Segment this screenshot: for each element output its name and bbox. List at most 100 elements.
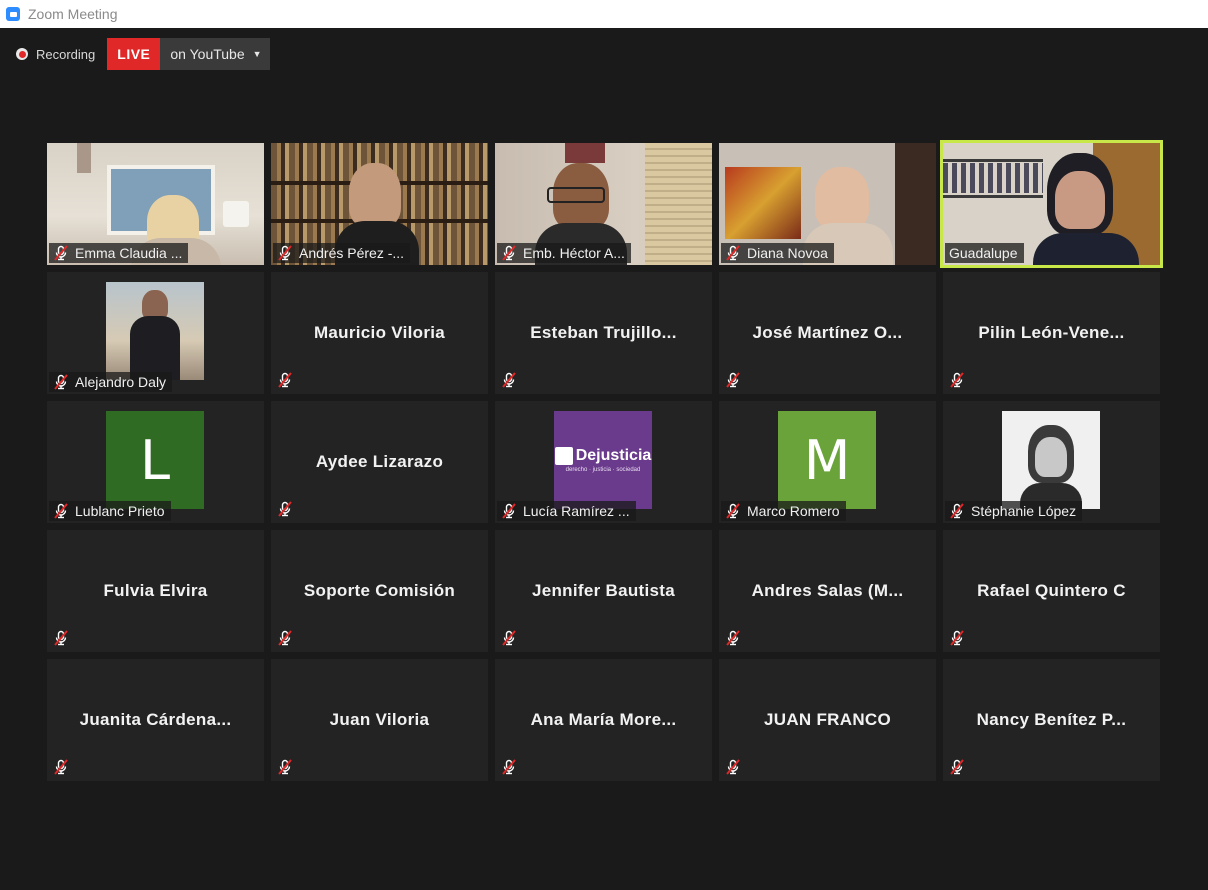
participant-name: Fulvia Elvira (103, 581, 208, 600)
mic-muted-icon (277, 759, 293, 775)
mic-muted-icon (949, 630, 965, 646)
zoom-app-icon (6, 7, 20, 21)
participant-name-tag: Emma Claudia ... (49, 243, 189, 263)
participant-name: Emb. Héctor A... (523, 245, 625, 261)
participant-name-tag: Guadalupe (945, 243, 1024, 263)
participant-tile[interactable]: Nancy Benítez P... (943, 659, 1160, 781)
participant-tile[interactable]: Ana María More... (495, 659, 712, 781)
participant-name-tag: Emb. Héctor A... (497, 243, 631, 263)
live-badge: LIVE (107, 38, 161, 70)
participant-name-tag: Stéphanie López (945, 501, 1083, 521)
participant-name: Mauricio Viloria (313, 323, 446, 342)
participant-name: Soporte Comisión (303, 581, 456, 600)
mic-muted-icon (277, 245, 293, 261)
mic-muted-icon (53, 759, 69, 775)
participant-tile[interactable]: Alejandro Daly (47, 272, 264, 394)
participant-name: Juanita Cárdena... (79, 710, 232, 729)
participant-name: Lucía Ramírez ... (523, 503, 630, 519)
participant-tile[interactable]: Fulvia Elvira (47, 530, 264, 652)
participant-name: Andres Salas (M... (751, 581, 904, 600)
participant-name: Emma Claudia ... (75, 245, 183, 261)
participant-tile[interactable]: Aydee Lizarazo (271, 401, 488, 523)
participant-tile[interactable]: Soporte Comisión (271, 530, 488, 652)
mic-muted-icon (277, 630, 293, 646)
participant-name: Alejandro Daly (75, 374, 167, 390)
participant-tile[interactable]: JUAN FRANCO (719, 659, 936, 781)
avatar-letter: M (778, 411, 876, 509)
mic-muted-icon (949, 759, 965, 775)
profile-photo (1002, 411, 1100, 509)
participant-name: Lublanc Prieto (75, 503, 165, 519)
participant-tile[interactable]: Juanita Cárdena... (47, 659, 264, 781)
participant-name: Rafael Quintero C (977, 581, 1126, 600)
window-titlebar: Zoom Meeting (0, 0, 1208, 28)
mic-muted-icon (725, 503, 741, 519)
mic-muted-icon (501, 630, 517, 646)
participant-tile[interactable]: Jennifer Bautista (495, 530, 712, 652)
recording-status-bar: Recording LIVE on YouTube ▼ (16, 38, 270, 70)
mic-muted-icon (949, 372, 965, 388)
participant-tile[interactable]: Esteban Trujillo... (495, 272, 712, 394)
participant-name: Stéphanie López (971, 503, 1077, 519)
recording-label: Recording (36, 46, 96, 62)
participant-name: Marco Romero (747, 503, 840, 519)
participant-name-tag: Diana Novoa (721, 243, 834, 263)
participant-tile[interactable]: M Marco Romero (719, 401, 936, 523)
participant-name: Aydee Lizarazo (315, 452, 444, 471)
participant-name: Pilin León-Vene... (978, 323, 1125, 342)
mic-muted-icon (53, 245, 69, 261)
avatar-letter: L (106, 411, 204, 509)
participant-name: Esteban Trujillo... (530, 323, 677, 342)
mic-muted-icon (725, 372, 741, 388)
participant-name: José Martínez O... (752, 323, 903, 342)
participant-tile[interactable]: Stéphanie López (943, 401, 1160, 523)
participant-tile[interactable]: Andrés Pérez -... (271, 143, 488, 265)
participant-name: Nancy Benítez P... (976, 710, 1127, 729)
stream-target-label: on YouTube (170, 46, 245, 62)
gallery-view-grid: Emma Claudia ... Andrés Pérez -... Emb. … (47, 140, 1163, 781)
participant-tile[interactable]: Guadalupe (940, 140, 1163, 268)
participant-tile[interactable]: José Martínez O... (719, 272, 936, 394)
mic-muted-icon (53, 503, 69, 519)
participant-tile[interactable]: Dejusticia derecho · justicia · sociedad… (495, 401, 712, 523)
mic-muted-icon (501, 759, 517, 775)
participant-tile[interactable]: Pilin León-Vene... (943, 272, 1160, 394)
window-title: Zoom Meeting (28, 6, 118, 22)
mic-muted-icon (725, 759, 741, 775)
mic-muted-icon (501, 503, 517, 519)
mic-muted-icon (501, 372, 517, 388)
mic-muted-icon (53, 630, 69, 646)
participant-tile[interactable]: Rafael Quintero C (943, 530, 1160, 652)
participant-name: Diana Novoa (747, 245, 828, 261)
participant-name: Jennifer Bautista (531, 581, 676, 600)
mic-muted-icon (501, 245, 517, 261)
profile-photo (106, 282, 204, 380)
participant-name-tag: Alejandro Daly (49, 372, 173, 392)
participant-name: Guadalupe (949, 245, 1018, 261)
mic-muted-icon (725, 630, 741, 646)
recording-icon (16, 48, 28, 60)
chevron-down-icon: ▼ (252, 49, 262, 59)
participant-name-tag: Marco Romero (721, 501, 846, 521)
participant-tile[interactable]: Andres Salas (M... (719, 530, 936, 652)
participant-name-tag: Lublanc Prieto (49, 501, 171, 521)
participant-tile[interactable]: Diana Novoa (719, 143, 936, 265)
mic-muted-icon (725, 245, 741, 261)
mic-muted-icon (277, 372, 293, 388)
participant-tile[interactable]: L Lublanc Prieto (47, 401, 264, 523)
participant-name-tag: Lucía Ramírez ... (497, 501, 636, 521)
participant-name-tag: Andrés Pérez -... (273, 243, 411, 263)
participant-tile[interactable]: Emb. Héctor A... (495, 143, 712, 265)
participant-name: Juan Viloria (329, 710, 430, 729)
participant-name: Andrés Pérez -... (299, 245, 405, 261)
participant-tile[interactable]: Emma Claudia ... (47, 143, 264, 265)
logo-text: Dejusticia (575, 447, 652, 464)
logo-subtext: derecho · justicia · sociedad (565, 467, 641, 473)
mic-muted-icon (949, 503, 965, 519)
participant-tile[interactable]: Mauricio Viloria (271, 272, 488, 394)
profile-logo: Dejusticia derecho · justicia · sociedad (554, 411, 652, 509)
mic-muted-icon (53, 374, 69, 390)
stream-target-dropdown[interactable]: on YouTube ▼ (160, 38, 270, 70)
mic-muted-icon (277, 501, 293, 517)
participant-tile[interactable]: Juan Viloria (271, 659, 488, 781)
